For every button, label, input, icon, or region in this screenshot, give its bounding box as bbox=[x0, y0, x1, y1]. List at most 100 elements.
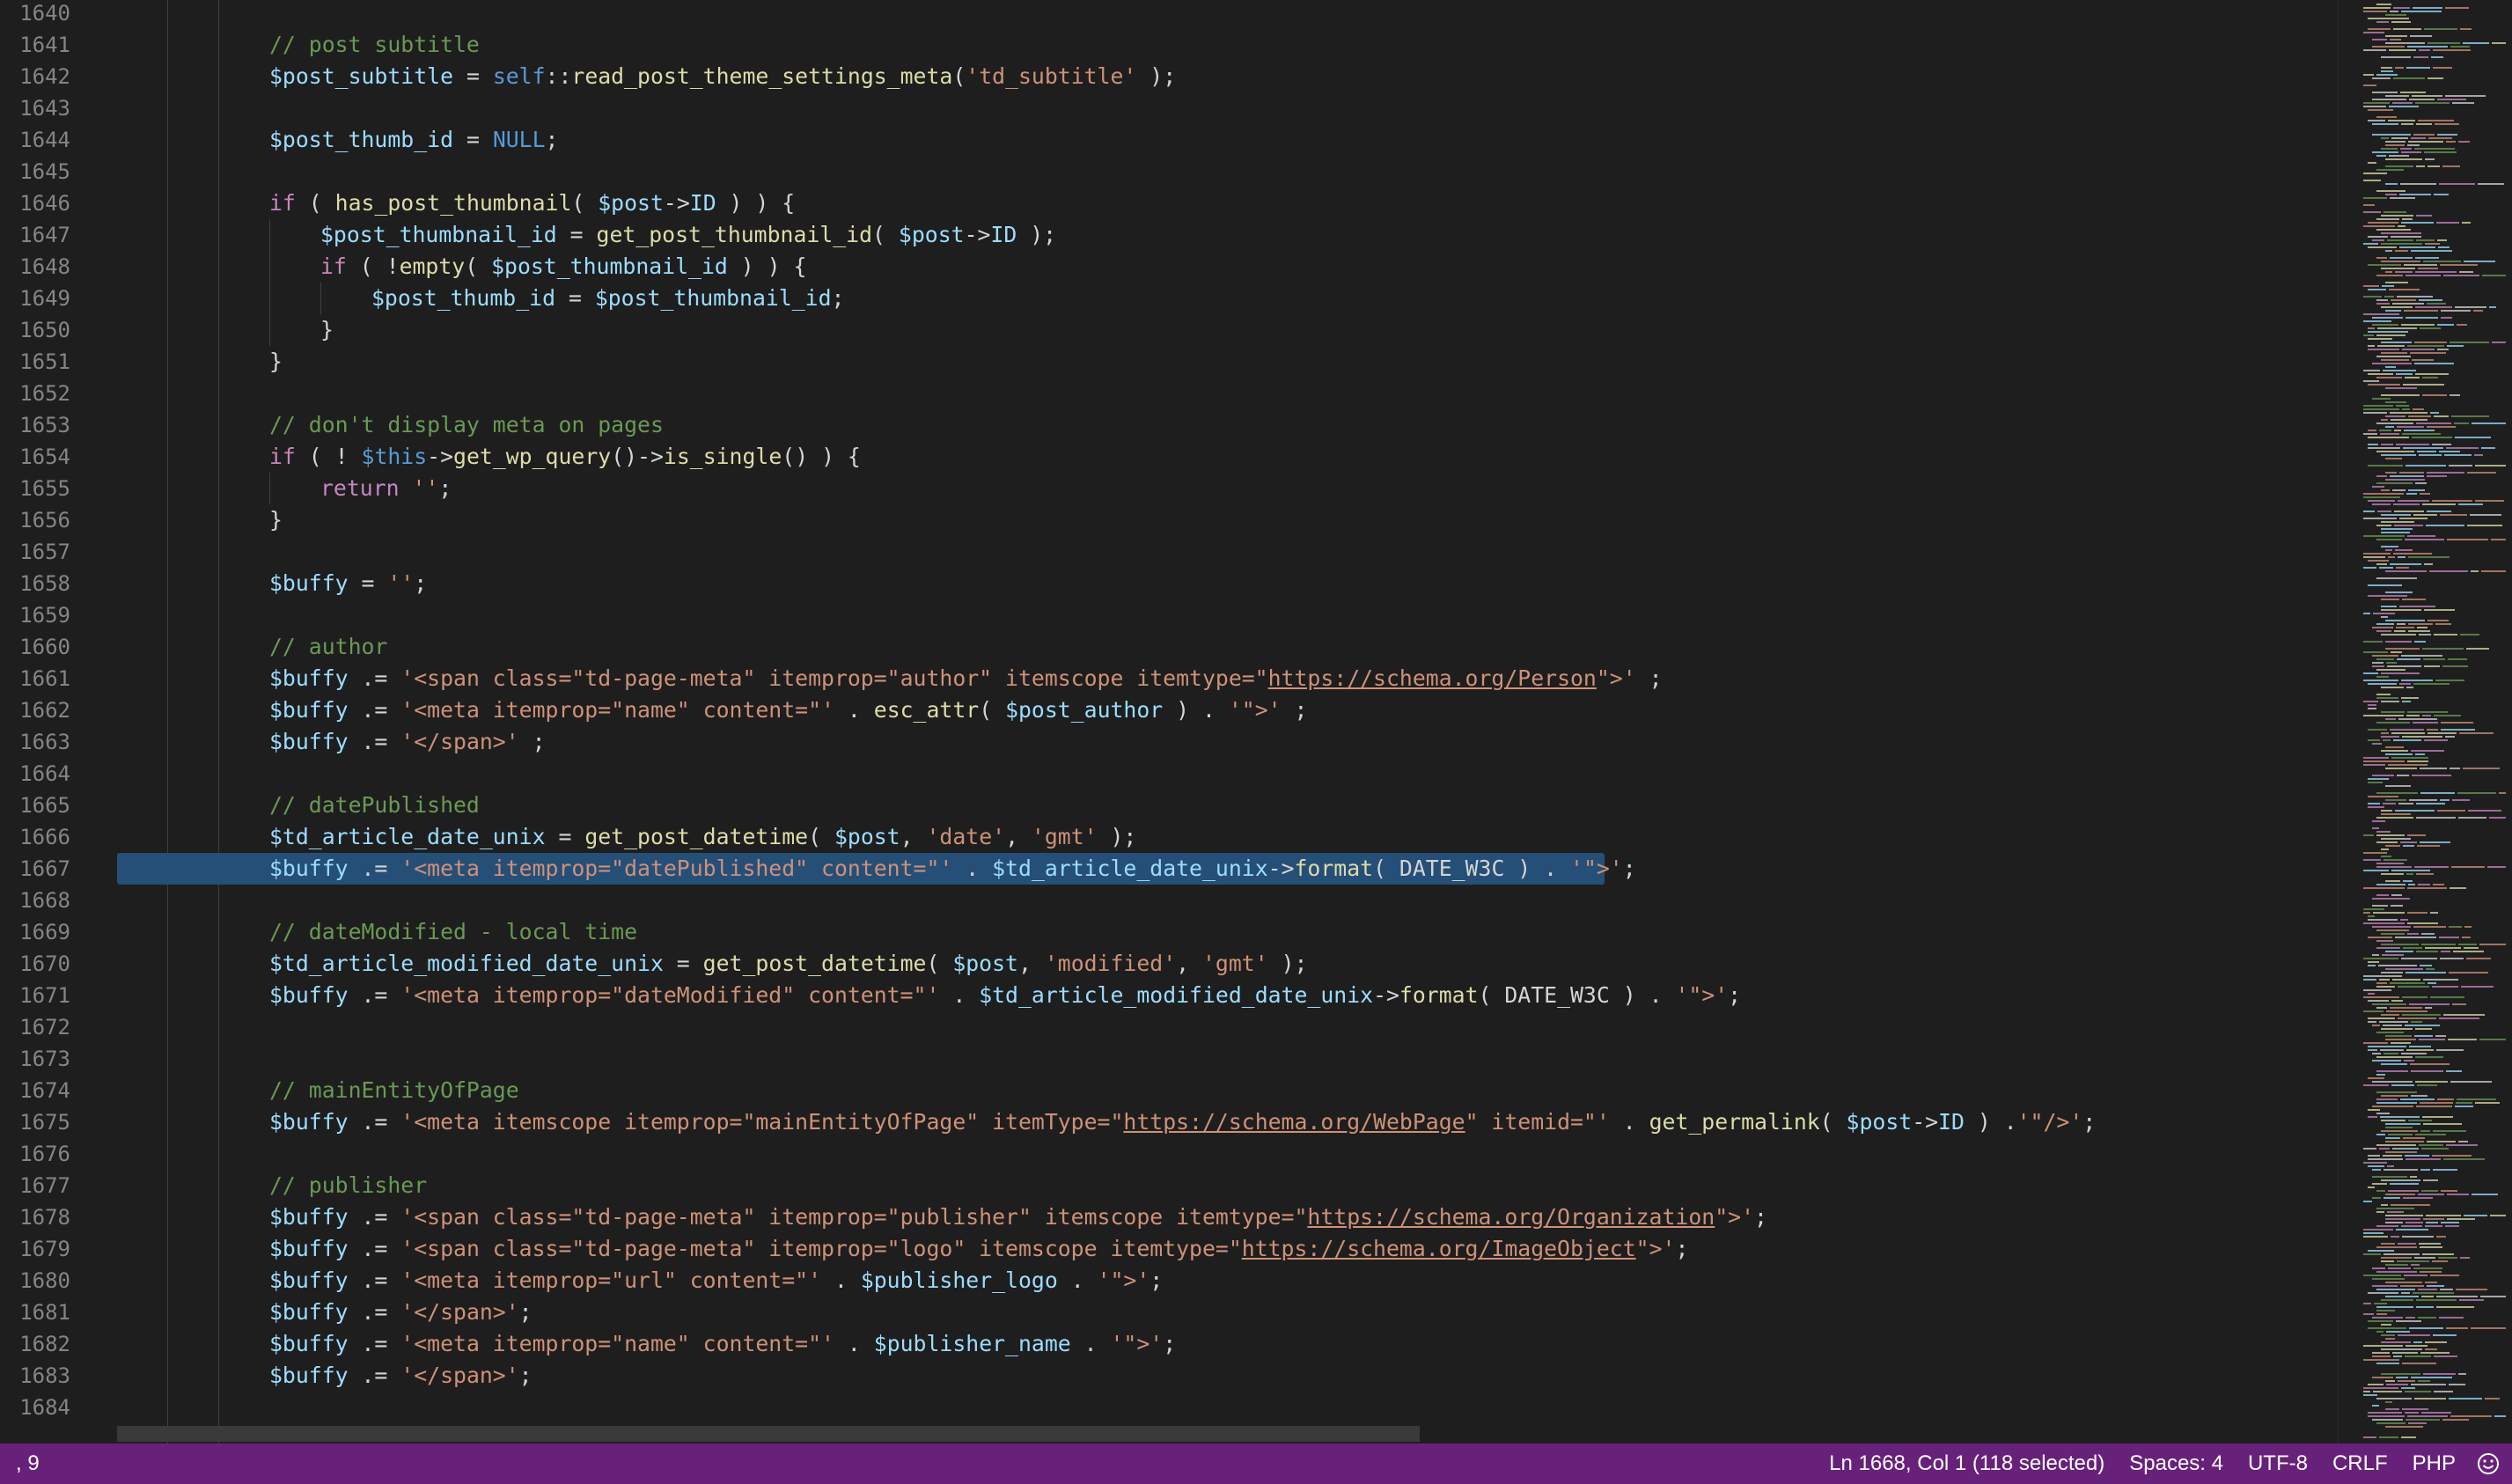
code-line[interactable]: $post_subtitle = self::read_post_theme_s… bbox=[269, 61, 1176, 92]
code-line[interactable]: $buffy .= '<span class="td-page-meta" it… bbox=[269, 663, 1663, 694]
code-token: ) . bbox=[1964, 1109, 2017, 1135]
code-token: .= bbox=[348, 1204, 401, 1230]
code-token: ) ) { bbox=[727, 253, 807, 279]
indentation-setting[interactable]: Spaces: 4 bbox=[2117, 1444, 2236, 1484]
code-token: . bbox=[834, 1331, 874, 1356]
status-left-text[interactable]: , 9 bbox=[4, 1444, 52, 1484]
code-line[interactable]: if ( !empty( $post_thumbnail_id ) ) { bbox=[320, 251, 806, 283]
code-token: ; bbox=[831, 285, 845, 311]
code-line[interactable]: $buffy .= '</span>'; bbox=[269, 1360, 533, 1392]
code-token: '<span class="td-page-meta" itemprop="pu… bbox=[400, 1204, 1308, 1230]
code-token: 'modified' bbox=[1044, 951, 1177, 976]
code-token: } bbox=[320, 317, 334, 342]
editor-pane[interactable]: 1640 1641 1642 1643 1644 1645 1646 1647 1648 1649… bbox=[0, 0, 2338, 1444]
code-token: . bbox=[952, 856, 993, 881]
code-line[interactable]: $buffy .= '<meta itemprop="datePublished… bbox=[269, 853, 1636, 885]
code-token: ( bbox=[295, 190, 335, 216]
code-line[interactable]: $buffy .= '<meta itemprop="name" content… bbox=[269, 694, 1307, 726]
code-token: -> bbox=[1912, 1109, 1939, 1135]
code-token: ( DATE_W3C ) . bbox=[1478, 982, 1676, 1008]
code-line[interactable]: $post_thumbnail_id = get_post_thumbnail_… bbox=[320, 219, 1056, 251]
code-token: $buffy bbox=[269, 570, 349, 596]
code-token: ; bbox=[1754, 1204, 1767, 1230]
code-link[interactable]: https://schema.org/Organization bbox=[1307, 1204, 1715, 1230]
code-line[interactable]: // don't display meta on pages bbox=[269, 409, 664, 441]
code-line[interactable]: $buffy .= '<meta itemscope itemprop="mai… bbox=[269, 1106, 2096, 1138]
encoding-setting[interactable]: UTF-8 bbox=[2236, 1444, 2320, 1484]
code-token: . bbox=[939, 982, 980, 1008]
code-link[interactable]: https://schema.org/WebPage bbox=[1123, 1109, 1465, 1135]
language-mode[interactable]: PHP bbox=[2400, 1444, 2468, 1484]
code-token: ; bbox=[1281, 697, 1308, 723]
code-line[interactable]: // datePublished bbox=[269, 790, 480, 821]
code-token: ( bbox=[926, 951, 953, 976]
feedback-smiley-icon[interactable] bbox=[2477, 1452, 2500, 1475]
code-line[interactable]: $buffy .= '<meta itemprop="dateModified"… bbox=[269, 980, 1741, 1011]
code-line[interactable]: $buffy .= '<meta itemprop="url" content=… bbox=[269, 1265, 1163, 1297]
code-token: ; bbox=[1728, 982, 1742, 1008]
code-token: ; bbox=[2082, 1109, 2097, 1135]
code-line[interactable]: if ( has_post_thumbnail( $post->ID ) ) { bbox=[269, 187, 795, 219]
code-line[interactable]: } bbox=[320, 314, 334, 346]
code-line[interactable]: // publisher bbox=[269, 1170, 427, 1201]
code-line[interactable]: $buffy .= '</span>' ; bbox=[269, 726, 546, 758]
code-token: .= bbox=[348, 982, 401, 1008]
code-token: ) . bbox=[1163, 697, 1229, 723]
code-token: ); bbox=[1097, 824, 1137, 849]
code-token: = bbox=[545, 824, 585, 849]
code-token: $buffy bbox=[269, 1331, 349, 1356]
code-line[interactable]: // dateModified - local time bbox=[269, 916, 637, 948]
code-token: '</span>' bbox=[400, 1363, 519, 1388]
code-line[interactable]: $buffy .= '<span class="td-page-meta" it… bbox=[269, 1201, 1767, 1233]
code-token: read_post_theme_settings_meta bbox=[571, 63, 953, 89]
code-token: $td_article_date_unix bbox=[992, 856, 1268, 881]
code-token: $publisher_name bbox=[873, 1331, 1071, 1356]
code-link[interactable]: https://schema.org/Person bbox=[1268, 665, 1597, 691]
code-token: ; bbox=[518, 1299, 533, 1325]
code-line[interactable]: $buffy .= '<span class="td-page-meta" it… bbox=[269, 1233, 1688, 1265]
code-token: -> bbox=[964, 222, 991, 247]
code-token: ; bbox=[518, 1363, 533, 1388]
code-token: get_post_thumbnail_id bbox=[596, 222, 873, 247]
code-link[interactable]: https://schema.org/ImageObject bbox=[1242, 1236, 1636, 1261]
horizontal-scrollbar[interactable] bbox=[117, 1426, 1420, 1442]
code-token: $buffy bbox=[269, 1267, 349, 1293]
code-token: = bbox=[453, 63, 493, 89]
code-token: $buffy bbox=[269, 729, 349, 754]
code-line[interactable]: } bbox=[269, 504, 283, 536]
cursor-position[interactable]: Ln 1668, Col 1 (118 selected) bbox=[1817, 1444, 2117, 1484]
code-area[interactable]: // post subtitle $post_subtitle = self::r… bbox=[0, 0, 2338, 1444]
code-line[interactable]: return ''; bbox=[320, 473, 452, 504]
code-token: '">' bbox=[1675, 982, 1729, 1008]
code-token: get_permalink bbox=[1649, 1109, 1820, 1135]
code-line[interactable]: $td_article_date_unix = get_post_datetim… bbox=[269, 821, 1136, 853]
code-line[interactable]: $buffy = ''; bbox=[269, 568, 427, 599]
code-token: ">' bbox=[1715, 1204, 1755, 1230]
code-line[interactable]: $buffy .= '</span>'; bbox=[269, 1297, 533, 1328]
code-line[interactable]: // mainEntityOfPage bbox=[269, 1075, 519, 1106]
code-token: .= bbox=[348, 665, 401, 691]
code-line[interactable]: // author bbox=[269, 631, 387, 663]
code-token: -> bbox=[427, 444, 454, 469]
code-token: $post bbox=[598, 190, 664, 216]
code-line[interactable]: $post_thumb_id = $post_thumbnail_id; bbox=[371, 283, 844, 314]
code-token: ; bbox=[1635, 665, 1663, 691]
code-token: if bbox=[269, 444, 296, 469]
code-token: $this bbox=[361, 444, 428, 469]
code-line[interactable]: $post_thumb_id = NULL; bbox=[269, 124, 558, 156]
code-token: " itemid="' bbox=[1465, 1109, 1610, 1135]
code-token: '"/>' bbox=[2016, 1109, 2083, 1135]
code-token: format bbox=[1399, 982, 1479, 1008]
code-token: $buffy bbox=[269, 856, 349, 881]
code-line[interactable]: // post subtitle bbox=[269, 29, 480, 61]
code-token: get_post_datetime bbox=[584, 824, 809, 849]
code-line[interactable]: } bbox=[269, 346, 283, 378]
code-line[interactable]: $td_article_modified_date_unix = get_pos… bbox=[269, 948, 1307, 980]
code-token: , bbox=[900, 824, 927, 849]
line-ending-setting[interactable]: CRLF bbox=[2320, 1444, 2400, 1484]
minimap[interactable] bbox=[2338, 0, 2512, 1444]
code-token: ( DATE_W3C ) . bbox=[1373, 856, 1571, 881]
code-line[interactable]: if ( ! $this->get_wp_query()->is_single(… bbox=[269, 441, 861, 473]
code-token: :: bbox=[545, 63, 572, 89]
code-line[interactable]: $buffy .= '<meta itemprop="name" content… bbox=[269, 1328, 1176, 1360]
